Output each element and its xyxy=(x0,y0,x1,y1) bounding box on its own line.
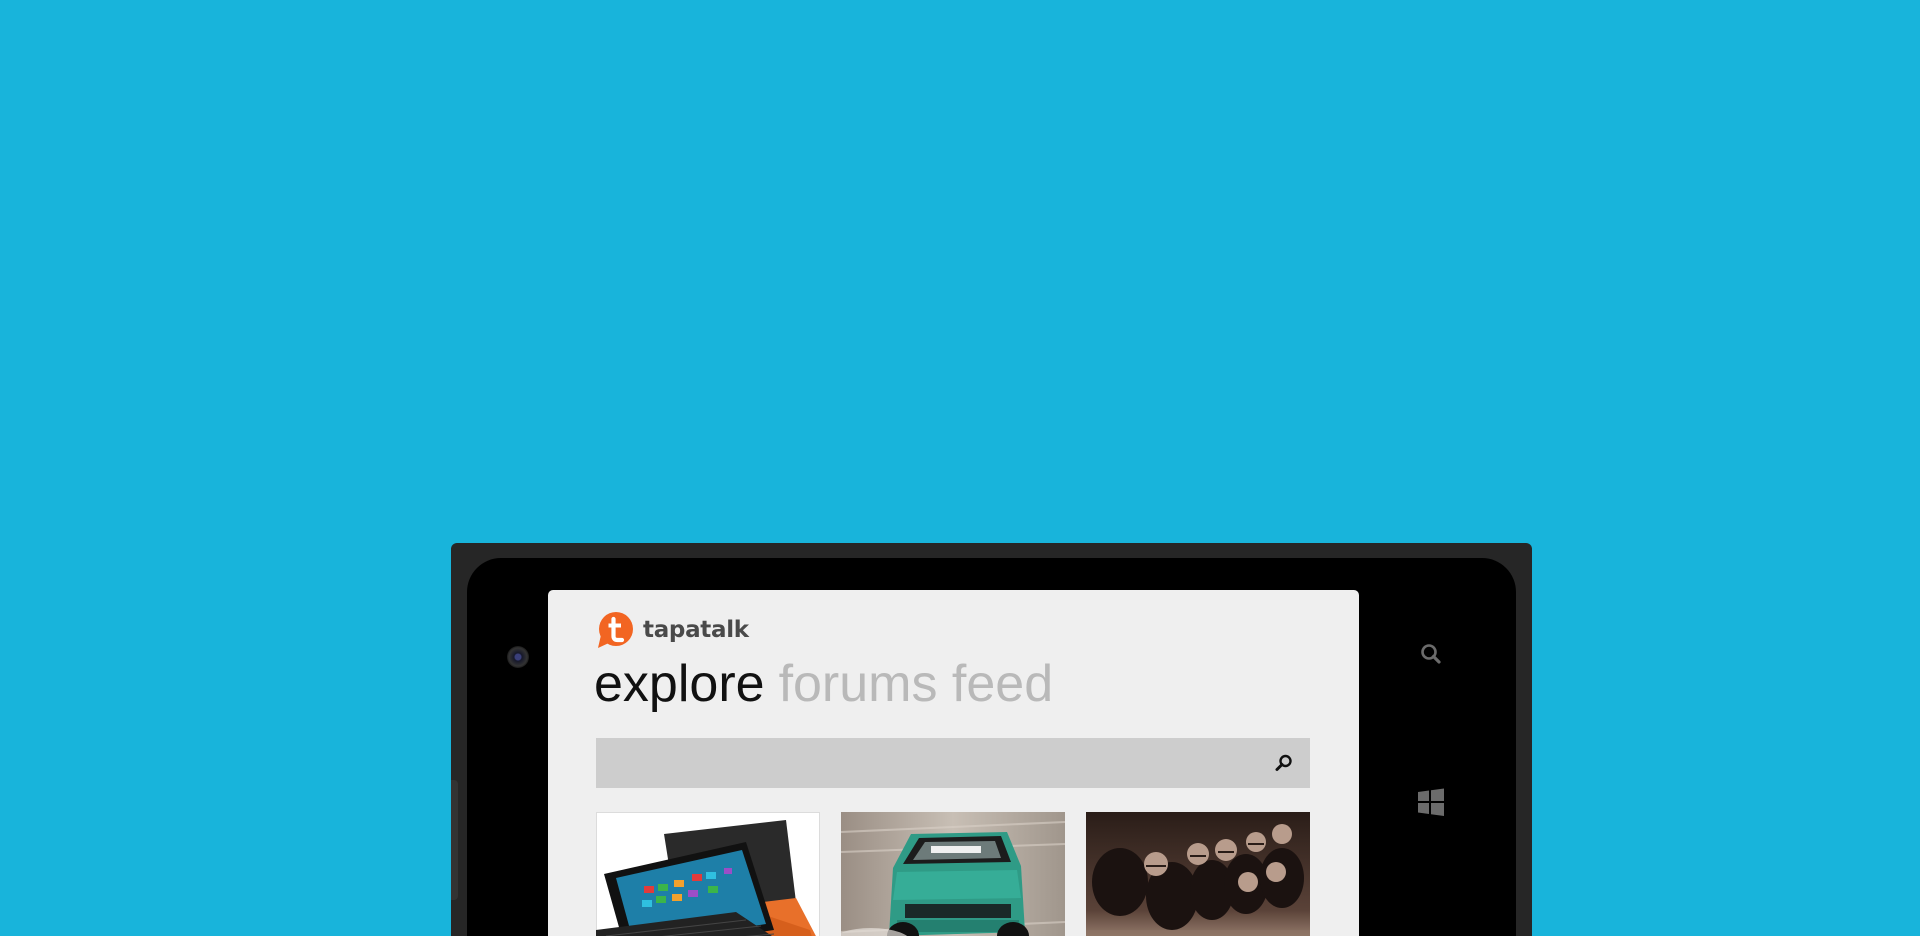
app-name: tapatalk xyxy=(643,617,749,643)
phone-side-button[interactable] xyxy=(451,780,458,900)
football-image xyxy=(1086,812,1310,936)
search-icon[interactable] xyxy=(1274,753,1294,773)
laptop-image xyxy=(596,812,820,936)
tile-football[interactable] xyxy=(1086,812,1310,936)
tile-car[interactable] xyxy=(841,812,1065,936)
hardware-windows-icon[interactable] xyxy=(1416,787,1446,817)
app-brand: tapatalk xyxy=(596,611,749,649)
search-input[interactable] xyxy=(596,738,1310,788)
tile-laptop[interactable] xyxy=(596,812,820,936)
app-screen: tapatalk explore forums feed xyxy=(548,590,1359,936)
tab-explore[interactable]: explore xyxy=(594,658,765,710)
page-background: tapatalk explore forums feed xyxy=(0,0,1920,936)
tab-forums-feed[interactable]: forums feed xyxy=(779,658,1054,710)
explore-tiles xyxy=(596,812,1310,936)
front-camera-icon xyxy=(507,646,529,668)
car-image xyxy=(841,812,1065,936)
tapatalk-logo-icon xyxy=(598,612,633,648)
pivot-header: explore forums feed xyxy=(594,658,1067,710)
hardware-search-icon[interactable] xyxy=(1418,642,1444,668)
